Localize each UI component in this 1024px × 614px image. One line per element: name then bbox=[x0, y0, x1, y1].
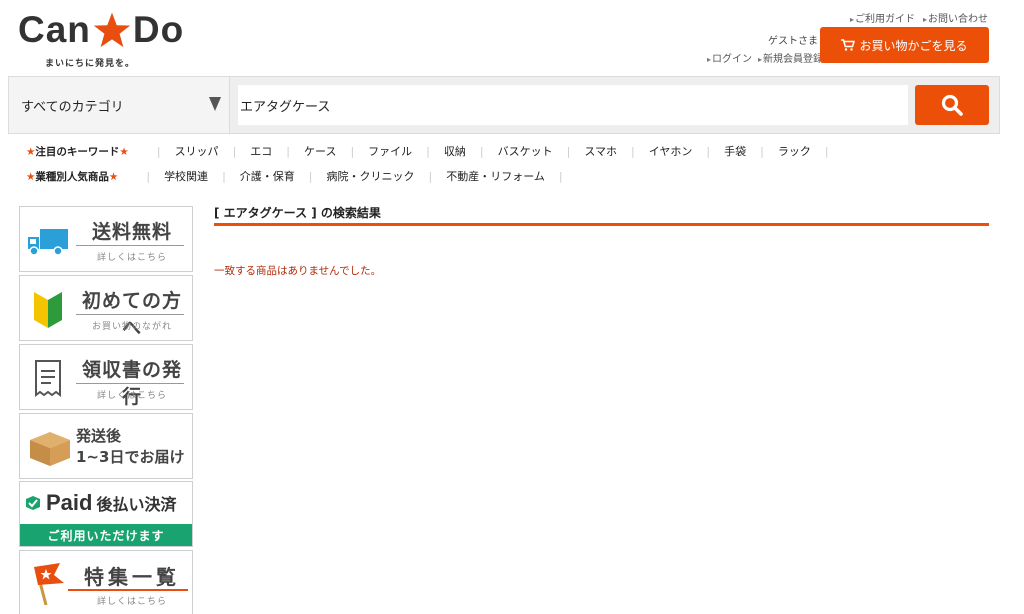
industry-item[interactable]: 病院・クリニック bbox=[327, 168, 415, 184]
search-input[interactable] bbox=[238, 85, 908, 125]
keyword-item[interactable]: スリッパ bbox=[175, 143, 219, 159]
keyword-item[interactable]: ファイル bbox=[368, 143, 412, 159]
keyword-item[interactable]: イヤホン bbox=[649, 143, 693, 159]
industry-label: ★業種別人気商品★ bbox=[26, 170, 119, 183]
search-bar: すべてのカテゴリ bbox=[8, 76, 1000, 134]
cart-icon bbox=[841, 39, 856, 51]
industry-label-text: 業種別人気商品 bbox=[35, 170, 109, 183]
paid-logo-icon bbox=[26, 496, 40, 510]
free-shipping-banner[interactable]: 送料無料 詳しくはこちら bbox=[19, 206, 193, 272]
register-link[interactable]: 新規会員登録 bbox=[758, 50, 823, 65]
cart-button[interactable]: お買い物かごを見る bbox=[820, 27, 989, 63]
first-time-sub: お買い物のながれ bbox=[91, 322, 172, 332]
keyword-item[interactable]: 収納 bbox=[444, 143, 466, 159]
divider bbox=[76, 314, 184, 315]
receipt-sub: 詳しくはこちら bbox=[96, 391, 167, 401]
top-links: ご利用ガイド お問い合わせ bbox=[850, 10, 988, 25]
keyword-item[interactable]: ケース bbox=[304, 143, 336, 159]
divider bbox=[76, 383, 184, 384]
industry-item[interactable]: 不動産・リフォーム bbox=[446, 168, 545, 184]
contact-link[interactable]: お問い合わせ bbox=[923, 10, 988, 25]
truck-icon bbox=[28, 229, 68, 256]
login-link[interactable]: ログイン bbox=[707, 50, 752, 65]
result-title: [ エアタグケース ] の検索結果 bbox=[214, 206, 381, 220]
divider bbox=[68, 589, 188, 591]
beginner-mark-icon bbox=[34, 292, 62, 328]
paid-banner[interactable]: Paid 後払い決済 ご利用いただけます bbox=[19, 481, 193, 547]
features-banner[interactable]: 特集一覧 詳しくはこちら bbox=[19, 550, 193, 614]
guest-label: ゲストさま bbox=[768, 36, 818, 47]
delivery-title: 発送後 1~3日でお届け bbox=[76, 426, 192, 468]
delivery-line1: 発送後 bbox=[76, 427, 122, 445]
keyword-item[interactable]: バスケット bbox=[498, 143, 553, 159]
industry-item[interactable]: 学校関連 bbox=[164, 168, 208, 184]
auth-links: ログイン 新規会員登録 bbox=[707, 50, 823, 65]
industry-item[interactable]: 介護・保育 bbox=[240, 168, 295, 184]
logo-tagline: まいにちに発見を。 bbox=[44, 59, 135, 69]
receipt-banner[interactable]: 領収書の発行 詳しくはこちら bbox=[19, 344, 193, 410]
box-icon bbox=[30, 432, 70, 466]
flag-icon bbox=[34, 563, 64, 606]
guide-link[interactable]: ご利用ガイド bbox=[850, 10, 915, 25]
logo-wordmark: Can Do bbox=[18, 10, 193, 50]
paid-sub: ご利用いただけます bbox=[20, 524, 192, 546]
search-icon bbox=[941, 94, 963, 116]
free-shipping-sub: 詳しくはこちら bbox=[96, 253, 167, 263]
paid-title: 後払い決済 bbox=[96, 495, 177, 514]
paid-logo-text: Paid bbox=[46, 490, 93, 515]
no-result-message: 一致する商品はありませんでした。 bbox=[214, 265, 382, 277]
title-underline bbox=[214, 223, 989, 226]
logo-can: Can bbox=[18, 9, 91, 50]
keyword-label-text: 注目のキーワード bbox=[35, 145, 120, 158]
paid-header: Paid 後払い決済 bbox=[20, 482, 192, 524]
free-shipping-title: 送料無料 bbox=[91, 221, 172, 243]
keyword-label: ★注目のキーワード★ bbox=[26, 145, 129, 158]
keyword-item[interactable]: 手袋 bbox=[724, 143, 746, 159]
divider bbox=[76, 245, 184, 246]
category-select[interactable]: すべてのカテゴリ bbox=[9, 77, 230, 133]
dropdown-arrow-icon bbox=[209, 97, 221, 111]
industry-row: ★業種別人気商品★ | 学校関連 | 介護・保育 | 病院・クリニック | 不動産・リ… bbox=[26, 168, 563, 184]
first-time-banner[interactable]: 初めての方へ お買い物のながれ bbox=[19, 275, 193, 341]
cart-label: お買い物かごを見る bbox=[859, 38, 968, 53]
keyword-item[interactable]: スマホ bbox=[584, 143, 617, 159]
star-icon bbox=[93, 12, 131, 48]
keyword-row: ★注目のキーワード★ | スリッパ | エコ | ケース | ファイル | 収納 | バス… bbox=[26, 143, 829, 159]
receipt-icon bbox=[35, 360, 61, 397]
keyword-item[interactable]: ラック bbox=[778, 143, 811, 159]
category-label: すべてのカテゴリ bbox=[21, 99, 124, 115]
search-button[interactable] bbox=[915, 85, 989, 125]
delivery-line2: 1~3日でお届け bbox=[76, 448, 185, 466]
logo-do: Do bbox=[132, 9, 185, 50]
site-logo[interactable]: Can Do まいにちに発見を。 bbox=[18, 10, 193, 70]
delivery-banner[interactable]: 発送後 1~3日でお届け bbox=[19, 413, 193, 479]
keyword-item[interactable]: エコ bbox=[250, 143, 272, 159]
features-sub: 詳しくはこちら bbox=[96, 597, 167, 607]
features-title: 特集一覧 bbox=[84, 565, 180, 589]
